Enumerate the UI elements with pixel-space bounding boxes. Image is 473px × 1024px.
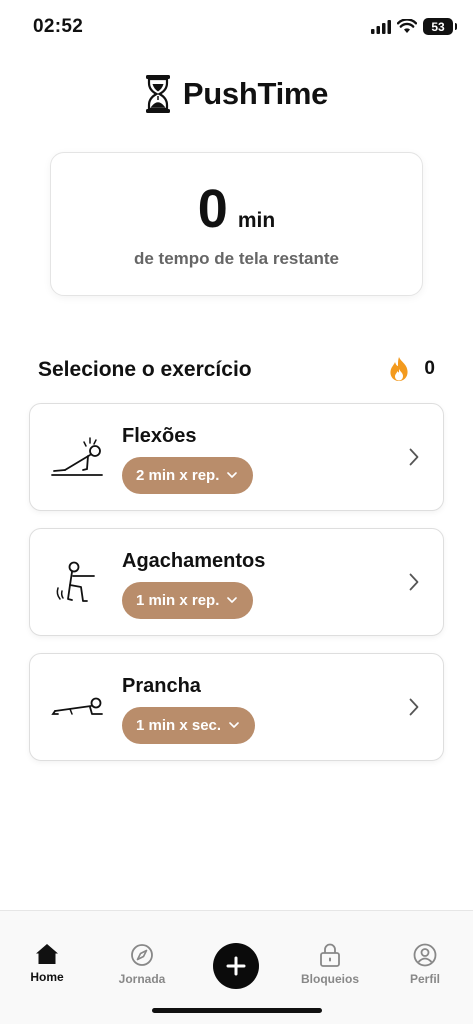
squat-icon (56, 561, 95, 602)
exercise-card-plank[interactable]: Prancha 1 min x sec. (29, 653, 444, 761)
lock-icon (320, 943, 340, 967)
compass-icon (131, 944, 153, 966)
app-title: PushTime (182, 76, 329, 111)
home-icon (36, 944, 58, 964)
signal-icon (371, 19, 391, 34)
screen-time-caption: de tempo de tela restante (133, 249, 339, 268)
app-header: PushTime (0, 74, 473, 114)
nav-home[interactable]: Home (7, 943, 87, 984)
chevron-right-icon (409, 573, 419, 591)
exercise-rate-dropdown[interactable]: 1 min x sec. (122, 707, 256, 744)
nav-blocks-label: Bloqueios (300, 972, 359, 986)
wifi-icon (397, 19, 417, 33)
add-button[interactable] (213, 943, 259, 989)
streak-count: 0 (424, 358, 435, 379)
nav-blocks[interactable]: Bloqueios (290, 943, 370, 986)
nav-journey-label: Jornada (118, 972, 166, 986)
chevron-down-icon (229, 722, 239, 728)
battery-level: 53 (431, 19, 445, 34)
section-title: Selecione o exercício (38, 358, 252, 381)
status-bar: 02:52 53 (0, 0, 473, 52)
plus-icon (226, 956, 246, 976)
chevron-right-icon (409, 698, 419, 716)
exercise-rate-label: 2 min x rep. (136, 467, 220, 484)
screen-time-value: 0 (197, 179, 228, 239)
flame-icon (390, 357, 408, 381)
nav-profile-label: Perfil (409, 972, 440, 986)
screen-time-unit: min (237, 209, 276, 232)
exercise-rate-dropdown[interactable]: 1 min x rep. (122, 582, 254, 619)
exercise-card-pushups[interactable]: Flexões 2 min x rep. (29, 403, 444, 511)
exercise-rate-label: 1 min x sec. (136, 717, 222, 734)
chevron-down-icon (227, 597, 238, 603)
profile-icon (413, 943, 437, 967)
exercise-name: Flexões (122, 425, 197, 447)
hourglass-icon (145, 75, 170, 113)
exercise-card-squats[interactable]: Agachamentos 1 min x rep. (29, 528, 444, 636)
chevron-down-icon (227, 472, 238, 478)
exercise-name: Agachamentos (122, 550, 266, 572)
exercise-rate-dropdown[interactable]: 2 min x rep. (122, 457, 254, 494)
pushup-icon (51, 437, 103, 476)
status-icons: 53 (371, 18, 457, 35)
status-time: 02:52 (33, 16, 84, 37)
home-indicator (152, 1008, 322, 1013)
nav-journey[interactable]: Jornada (102, 943, 182, 986)
nav-home-label: Home (30, 970, 64, 984)
streak-counter: 0 (388, 356, 435, 382)
exercise-name: Prancha (122, 675, 201, 697)
screen-time-card: 0 min de tempo de tela restante (50, 152, 423, 296)
battery-icon: 53 (423, 18, 457, 35)
chevron-right-icon (409, 448, 419, 466)
bottom-nav: Home Jornada Bloqueios Perfil (0, 910, 473, 1024)
screen-time-readout: 0 min (51, 179, 422, 239)
nav-profile[interactable]: Perfil (385, 943, 465, 986)
exercise-rate-label: 1 min x rep. (136, 592, 220, 609)
plank-icon (51, 697, 103, 715)
